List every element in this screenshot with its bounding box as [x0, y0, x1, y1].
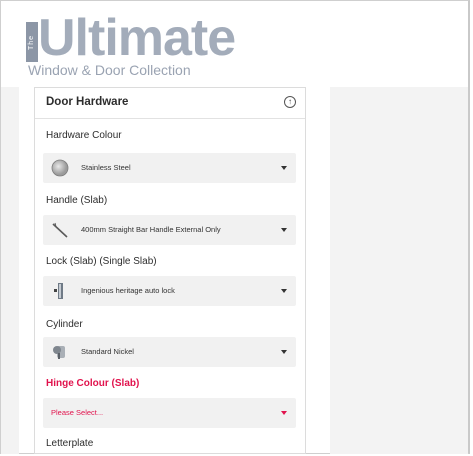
chevron-down-icon — [281, 411, 287, 415]
door-hardware-panel: Door Hardware ↑ Hardware Colour Stainles… — [34, 87, 306, 454]
collapse-icon[interactable]: ↑ — [284, 96, 296, 108]
header: The Ultimate Window & Door Collection — [12, 9, 236, 78]
hinge-colour-placeholder: Please Select... — [51, 408, 104, 417]
cylinder-value: Standard Nickel — [81, 347, 134, 356]
hinge-colour-label: Hinge Colour (Slab) — [46, 378, 140, 389]
letterplate-label: Letterplate — [46, 438, 94, 449]
logo-wordmark: Ultimate — [38, 9, 236, 67]
lock-slab-value: Ingenious heritage auto lock — [81, 286, 175, 295]
handle-slab-value: 400mm Straight Bar Handle External Only — [81, 225, 221, 234]
handle-slab-select[interactable]: 400mm Straight Bar Handle External Only — [43, 215, 296, 245]
lock-slab-label: Lock (Slab) (Single Slab) — [46, 256, 157, 267]
left-gutter — [1, 87, 19, 454]
cylinder-select[interactable]: Standard Nickel — [43, 337, 296, 367]
bar-handle-icon — [52, 222, 68, 238]
lock-slab-select[interactable]: Ingenious heritage auto lock — [43, 276, 296, 306]
hardware-colour-select[interactable]: Stainless Steel — [43, 153, 296, 183]
preview-area — [330, 87, 468, 454]
logo-the-label: The — [26, 22, 38, 62]
lock-icon — [54, 283, 63, 299]
panel-title: Door Hardware — [46, 96, 129, 108]
logo-tagline: Window & Door Collection — [28, 62, 191, 78]
handle-slab-label: Handle (Slab) — [46, 195, 108, 206]
hinge-colour-select[interactable]: Please Select... — [43, 398, 296, 428]
stainless-swatch-icon — [51, 159, 69, 177]
hardware-colour-label: Hardware Colour — [46, 130, 122, 141]
hardware-colour-value: Stainless Steel — [81, 163, 131, 172]
chevron-down-icon — [281, 228, 287, 232]
cylinder-icon — [53, 346, 65, 359]
cylinder-label: Cylinder — [46, 319, 83, 330]
panel-header[interactable]: Door Hardware ↑ — [35, 88, 305, 119]
chevron-down-icon — [281, 350, 287, 354]
chevron-down-icon — [281, 166, 287, 170]
chevron-down-icon — [281, 289, 287, 293]
